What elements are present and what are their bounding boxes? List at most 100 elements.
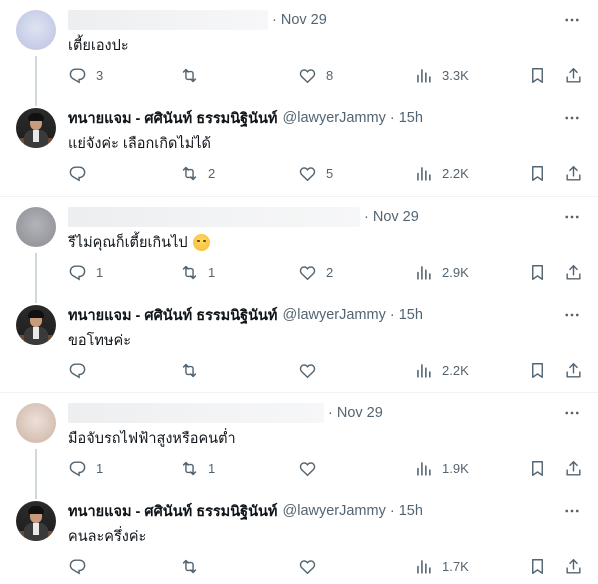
retweet-count: 2 [208,165,216,181]
reply-count: 1 [96,460,104,476]
share-button[interactable] [564,65,583,85]
like-button[interactable]: 5 [298,163,333,183]
avatar[interactable] [16,207,56,247]
reply-button[interactable] [68,163,96,183]
author-avatar[interactable] [16,305,56,345]
retweet-button[interactable] [180,65,208,85]
view-count: 2.2K [442,362,469,378]
timestamp[interactable]: 15h [399,110,423,126]
tweet-text: ขอโทษค่ะ [68,333,132,349]
share-button[interactable] [564,163,583,183]
more-icon [565,18,579,22]
more-button[interactable] [562,403,582,423]
bookmark-icon [532,460,543,476]
more-button[interactable] [562,108,582,128]
views-button[interactable]: 2.2K [414,360,469,380]
views-button[interactable]: 1.7K [414,556,469,576]
like-button[interactable] [298,556,326,576]
author-reply-tweet[interactable]: ทนายแจม - ศศินันท์ ธรรมนิฐินันท์ @lawyer… [0,295,598,393]
retweet-icon [182,68,197,82]
bookmark-button[interactable] [528,360,547,380]
reply-button[interactable]: 3 [68,65,103,85]
separator: · [389,503,395,519]
reply-button[interactable] [68,556,96,576]
retweet-button[interactable] [180,360,208,380]
reply-icon [69,264,86,280]
like-button[interactable] [298,360,326,380]
user-handle[interactable]: @lawyerJammy [283,110,386,126]
avatar[interactable] [16,403,56,443]
timestamp[interactable]: Nov 29 [281,12,327,28]
like-icon [299,265,316,280]
author-avatar[interactable] [16,108,56,148]
reply-tweet[interactable]: · Nov 29 มือจับรถไฟฟ้าสูงหรือคนต่ำ 1 1 1… [0,393,598,491]
more-button[interactable] [562,10,582,30]
author-reply-tweet[interactable]: ทนายแจม - ศศินันท์ ธรรมนิฐินันท์ @lawyer… [0,98,598,196]
bookmark-button[interactable] [528,458,547,478]
like-count: 2 [326,264,334,280]
views-button[interactable]: 1.9K [414,458,469,478]
share-button[interactable] [564,360,583,380]
timestamp[interactable]: Nov 29 [373,209,419,225]
display-name[interactable]: ทนายแจม - ศศินันท์ ธรรมนิฐินันท์ [68,500,278,523]
timestamp[interactable]: Nov 29 [337,405,383,421]
retweet-button[interactable]: 2 [180,163,215,183]
retweet-button[interactable]: 1 [180,458,215,478]
action-bar: 1 1 1.9K [68,458,582,478]
retweet-icon [182,559,197,573]
views-button[interactable]: 2.9K [414,262,469,282]
bookmark-button[interactable] [528,65,547,85]
bookmark-icon [532,165,543,181]
tweet-text: แย่จังค่ะ เลือกเกิดไม่ได้ [68,136,211,152]
bookmark-icon [532,67,543,83]
bookmark-icon [532,362,543,378]
like-button[interactable]: 2 [298,262,333,282]
reply-icon [69,558,86,574]
view-count: 2.2K [442,165,469,181]
timestamp[interactable]: 15h [399,503,423,519]
reply-icon [69,460,86,476]
more-button[interactable] [562,207,582,227]
user-handle[interactable]: @lawyerJammy [283,307,386,323]
bookmark-button[interactable] [528,556,547,576]
bookmark-button[interactable] [528,163,547,183]
share-button[interactable] [564,556,583,576]
reply-tweet[interactable]: · Nov 29 รีไม่คุณก็เตี้ยเกินไป 1 1 2 2.9… [0,197,598,295]
like-count: 5 [326,165,334,181]
separator: · [328,405,333,421]
thread: · Nov 29 เตี้ยเองปะ 3 8 3.3K ทนายแจม - ศ… [0,0,598,196]
retweet-button[interactable] [180,556,208,576]
bookmark-button[interactable] [528,262,547,282]
action-bar: 3 8 3.3K [68,65,582,85]
display-name[interactable]: ทนายแจม - ศศินันท์ ธรรมนิฐินันท์ [68,304,278,327]
reply-feed: · Nov 29 เตี้ยเองปะ 3 8 3.3K ทนายแจม - ศ… [0,0,598,584]
display-name[interactable]: ทนายแจม - ศศินันท์ ธรรมนิฐินันท์ [68,107,278,130]
share-icon [566,460,581,476]
reply-button[interactable]: 1 [68,458,103,478]
like-button[interactable]: 8 [298,65,333,85]
tweet-text: มือจับรถไฟฟ้าสูงหรือคนต่ำ [68,431,236,447]
retweet-button[interactable]: 1 [180,262,215,282]
more-button[interactable] [562,501,582,521]
views-icon [417,265,431,280]
author-avatar[interactable] [16,501,56,541]
like-button[interactable] [298,458,326,478]
user-handle[interactable]: @lawyerJammy [283,503,386,519]
more-button[interactable] [562,305,582,325]
like-icon [299,461,316,476]
share-button[interactable] [564,458,583,478]
reply-button[interactable]: 1 [68,262,103,282]
redacted-name [68,207,360,227]
reply-tweet[interactable]: · Nov 29 เตี้ยเองปะ 3 8 3.3K [0,0,598,98]
views-button[interactable]: 2.2K [414,163,469,183]
timestamp[interactable]: 15h [399,307,423,323]
bookmark-icon [532,264,543,280]
reply-button[interactable] [68,360,96,380]
views-icon [417,68,431,83]
author-reply-tweet[interactable]: ทนายแจม - ศศินันท์ ธรรมนิฐินันท์ @lawyer… [0,491,598,584]
action-bar: 2.2K [68,360,582,380]
like-icon [299,559,316,574]
share-button[interactable] [564,262,583,282]
avatar[interactable] [16,10,56,50]
views-button[interactable]: 3.3K [414,65,469,85]
